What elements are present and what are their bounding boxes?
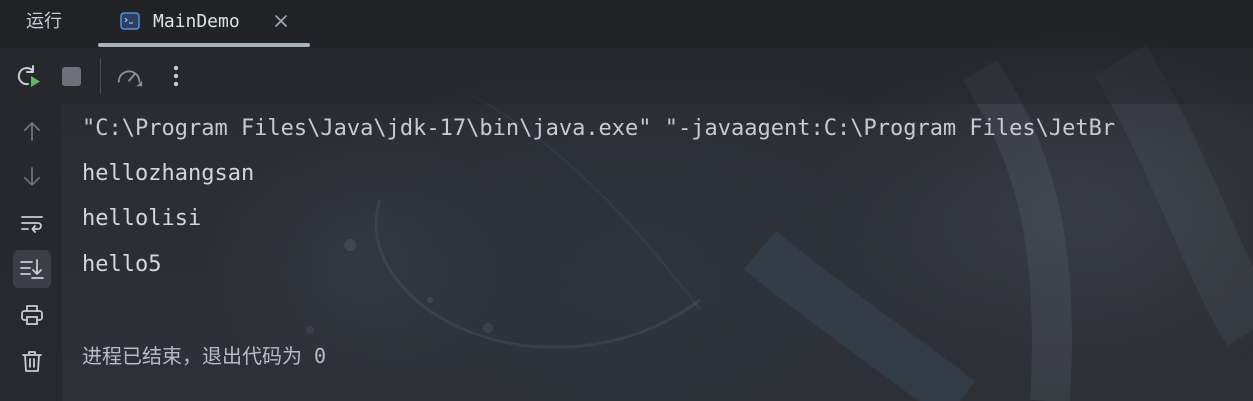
soft-wrap-icon: [21, 216, 43, 233]
toolbar-separator: [100, 58, 101, 94]
close-icon[interactable]: [274, 14, 288, 28]
console-line: hellozhangsan: [82, 161, 255, 186]
active-tab-indicator: [98, 43, 310, 47]
terminal-window-icon: [120, 12, 140, 30]
profiler-gauge-icon[interactable]: [116, 62, 144, 90]
console-output[interactable]: "C:\Program Files\Java\jdk-17\bin\java.e…: [62, 104, 1253, 401]
scroll-up-button[interactable]: [13, 112, 51, 150]
tab-maindemo[interactable]: MainDemo: [96, 0, 310, 48]
arrow-up-icon: [24, 122, 40, 141]
scroll-to-end-button[interactable]: [13, 250, 51, 288]
arrow-down-icon: [24, 167, 40, 186]
console-side-toolbar: [0, 104, 62, 401]
print-button[interactable]: [13, 296, 51, 334]
tab-run[interactable]: 运行: [26, 10, 62, 34]
trash-icon: [22, 351, 42, 372]
scroll-to-end-icon: [20, 259, 44, 279]
process-exit-message: 进程已结束，退出代码为 0: [82, 344, 327, 368]
tab-bar: 运行 MainDemo: [0, 0, 1253, 48]
clear-all-button[interactable]: [13, 342, 51, 380]
stop-icon[interactable]: [58, 62, 86, 90]
run-toolbar: [0, 48, 1253, 104]
more-vertical-icon[interactable]: [162, 62, 190, 90]
tab-label: MainDemo: [153, 11, 240, 32]
rerun-icon[interactable]: [14, 62, 42, 90]
soft-wrap-button[interactable]: [13, 204, 51, 242]
run-tool-window: 运行 MainDemo "C:\Program Files\Java\jdk-1…: [0, 0, 1253, 401]
print-icon: [21, 305, 43, 325]
console-line: hellolisi: [82, 206, 202, 231]
console-line-command: "C:\Program Files\Java\jdk-17\bin\java.e…: [82, 116, 1116, 141]
console-line: hello5: [82, 252, 162, 277]
scroll-down-button[interactable]: [13, 158, 51, 196]
